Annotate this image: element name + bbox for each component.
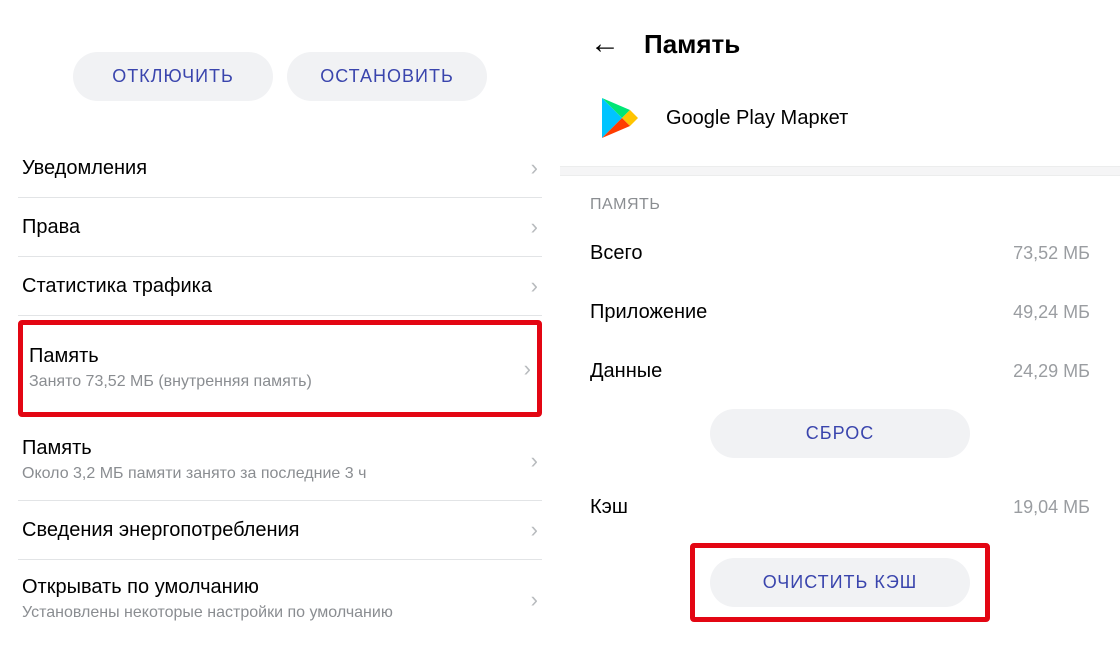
reset-button-wrap: СБРОС: [590, 401, 1090, 478]
row-memory[interactable]: Память Около 3,2 МБ памяти занято за пос…: [18, 421, 542, 501]
back-arrow-icon[interactable]: ←: [590, 29, 620, 59]
row-title: Открывать по умолчанию: [22, 576, 393, 599]
row-title: Уведомления: [22, 157, 147, 180]
kv-value: 24,29 МБ: [1013, 361, 1090, 382]
settings-list: Уведомления › Права › Статистика трафика…: [18, 139, 542, 639]
action-button-row: ОТКЛЮЧИТЬ ОСТАНОВИТЬ: [18, 52, 542, 101]
play-store-icon: [600, 96, 640, 140]
header-title: Память: [644, 29, 740, 60]
chevron-right-icon: ›: [531, 155, 538, 181]
row-subtitle: Установлены некоторые настройки по умолч…: [22, 603, 393, 623]
kv-value: 19,04 МБ: [1013, 497, 1090, 518]
stop-button[interactable]: ОСТАНОВИТЬ: [287, 52, 487, 101]
row-title: Память: [22, 437, 366, 460]
highlight-storage: Память Занято 73,52 МБ (внутренняя памят…: [18, 320, 542, 417]
header-bar: ← Память: [590, 14, 1090, 74]
kv-key: Всего: [590, 242, 642, 265]
kv-total: Всего 73,52 МБ: [590, 224, 1090, 283]
section-label: ПАМЯТЬ: [590, 190, 1090, 224]
row-storage[interactable]: Память Занято 73,52 МБ (внутренняя памят…: [25, 329, 535, 408]
row-traffic-stats[interactable]: Статистика трафика ›: [18, 257, 542, 316]
chevron-right-icon: ›: [531, 273, 538, 299]
kv-value: 73,52 МБ: [1013, 243, 1090, 264]
row-title: Права: [22, 216, 80, 239]
row-subtitle: Около 3,2 МБ памяти занято за последние …: [22, 464, 366, 484]
row-open-default[interactable]: Открывать по умолчанию Установлены некот…: [18, 560, 542, 639]
disable-button[interactable]: ОТКЛЮЧИТЬ: [73, 52, 273, 101]
row-subtitle: Занято 73,52 МБ (внутренняя память): [29, 372, 312, 392]
separator-bar: [560, 166, 1120, 176]
row-title: Сведения энергопотребления: [22, 519, 300, 542]
storage-detail-pane: ← Память Google Play Маркет ПАМЯТЬ Всего…: [560, 0, 1120, 666]
app-row: Google Play Маркет: [590, 74, 1090, 166]
row-title: Память: [29, 345, 312, 368]
row-title: Статистика трафика: [22, 275, 212, 298]
kv-app: Приложение 49,24 МБ: [590, 283, 1090, 342]
kv-cache: Кэш 19,04 МБ: [590, 478, 1090, 537]
clear-cache-button[interactable]: ОЧИСТИТЬ КЭШ: [710, 558, 970, 607]
kv-key: Кэш: [590, 496, 628, 519]
kv-key: Данные: [590, 360, 662, 383]
app-name: Google Play Маркет: [666, 107, 848, 130]
kv-value: 49,24 МБ: [1013, 302, 1090, 323]
kv-key: Приложение: [590, 301, 707, 324]
row-energy[interactable]: Сведения энергопотребления ›: [18, 501, 542, 560]
highlight-clear-cache: ОЧИСТИТЬ КЭШ: [690, 543, 990, 622]
kv-data: Данные 24,29 МБ: [590, 342, 1090, 401]
chevron-right-icon: ›: [531, 517, 538, 543]
reset-button[interactable]: СБРОС: [710, 409, 970, 458]
row-permissions[interactable]: Права ›: [18, 198, 542, 257]
chevron-right-icon: ›: [524, 356, 531, 382]
chevron-right-icon: ›: [531, 214, 538, 240]
app-info-pane: ОТКЛЮЧИТЬ ОСТАНОВИТЬ Уведомления › Права…: [0, 0, 560, 666]
chevron-right-icon: ›: [531, 587, 538, 613]
chevron-right-icon: ›: [531, 448, 538, 474]
row-notifications[interactable]: Уведомления ›: [18, 139, 542, 198]
